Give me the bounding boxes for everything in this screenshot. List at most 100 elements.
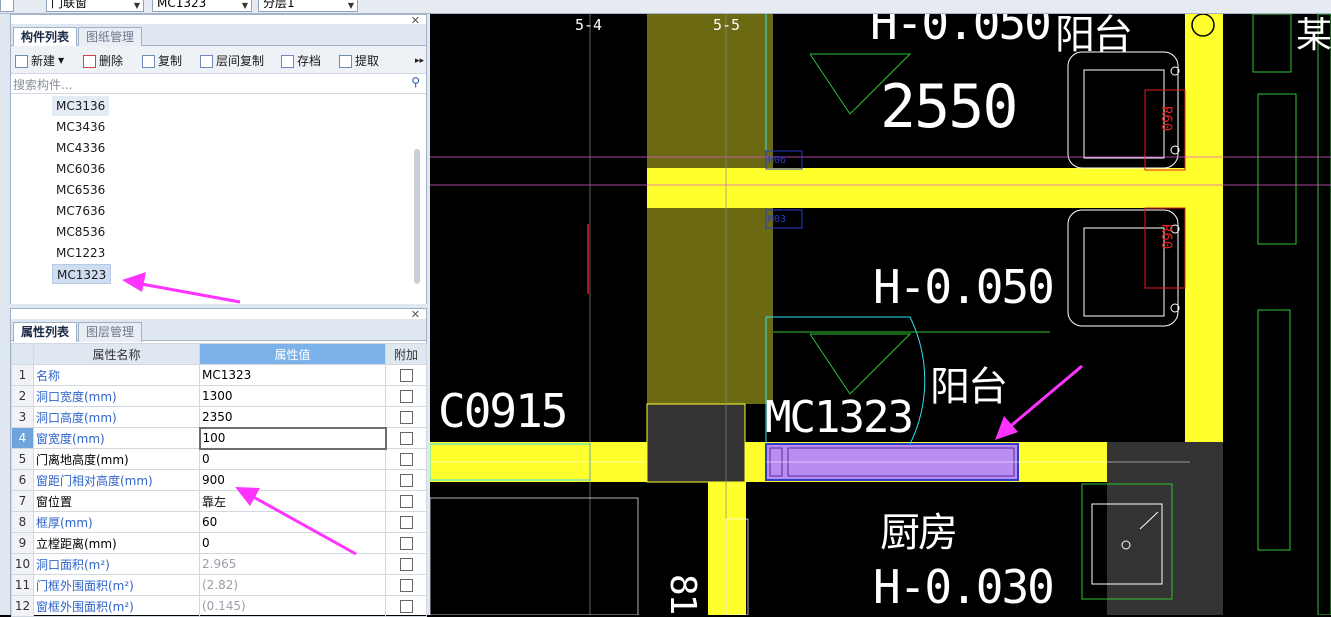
green-annotation (809, 333, 912, 395)
property-value[interactable]: 60 (199, 511, 386, 533)
property-table: 属性名称 属性值 附加 1 名称 MC1323 2 洞口宽度(mm) 1300 3 洞口高… (11, 343, 427, 617)
property-row[interactable]: 2 洞口宽度(mm) 1300 (11, 385, 427, 407)
property-row[interactable]: 10 洞口面积(m²) 2.965 (11, 553, 427, 575)
extra-checkbox[interactable] (399, 516, 413, 529)
property-value[interactable]: 2350 (199, 406, 386, 428)
property-row[interactable]: 11 门框外围面积(m²) (2.82) (11, 574, 427, 596)
search-icon[interactable]: ⚲ (411, 75, 420, 89)
more-icon[interactable]: ▸▸ (415, 52, 424, 70)
property-row[interactable]: 6 窗距门相对高度(mm) 900 (11, 469, 427, 491)
elevation-label: H-0.050 (873, 260, 1055, 314)
row-index: 2 (11, 385, 34, 407)
list-item[interactable]: MC6036 (52, 159, 109, 179)
extra-checkbox-cell (385, 553, 427, 575)
archive-icon (281, 54, 294, 68)
new-file-icon (15, 54, 28, 68)
extra-checkbox[interactable] (399, 579, 413, 592)
extra-checkbox-cell (385, 595, 427, 617)
property-name: 门框外围面积(m²) (33, 574, 200, 596)
green-fixture (1257, 93, 1297, 245)
property-value[interactable]: 0 (199, 532, 386, 554)
tab-component-list[interactable]: 构件列表 (13, 27, 78, 47)
list-item[interactable]: MC8536 (52, 222, 109, 242)
row-index: 8 (11, 511, 34, 533)
archive-button[interactable]: 存档 (281, 52, 321, 70)
room-label: 厨房 (880, 510, 958, 556)
component-search[interactable]: 搜索构件... ⚲ (11, 74, 426, 94)
component-type-dropdown[interactable]: 门联窗 ▼ (46, 0, 144, 12)
property-name: 洞口面积(m²) (33, 553, 200, 575)
list-scrollbar[interactable] (414, 149, 420, 284)
toolbar-edge-button[interactable] (0, 0, 14, 12)
tab-layer-management[interactable]: 图层管理 (78, 322, 143, 342)
extra-checkbox[interactable] (399, 390, 413, 403)
list-item[interactable]: MC6536 (52, 180, 109, 200)
property-row-current[interactable]: 4 窗宽度(mm) 100 (11, 426, 427, 450)
room-label-partial: 某 (1296, 15, 1331, 56)
property-value[interactable]: 900 (199, 469, 386, 491)
washer-inner (1083, 227, 1165, 317)
extra-checkbox[interactable] (399, 411, 413, 424)
copy-icon (142, 54, 155, 68)
layer-copy-icon (200, 54, 213, 68)
property-value[interactable]: 1300 (199, 385, 386, 407)
property-value: 2.965 (199, 553, 386, 575)
extra-checkbox[interactable] (399, 558, 413, 571)
list-item[interactable]: MC7636 (52, 201, 109, 221)
extra-checkbox[interactable] (399, 369, 413, 382)
dimension-label: 2550 (880, 72, 1018, 142)
component-name-dropdown[interactable]: MC1323 ▼ (152, 0, 252, 12)
property-value[interactable]: 0 (199, 448, 386, 470)
new-button[interactable]: 新建 ▼ (15, 52, 64, 70)
search-input[interactable]: 搜索构件... (13, 76, 72, 93)
extra-checkbox[interactable] (399, 495, 413, 508)
property-value[interactable]: 靠左 (199, 490, 386, 512)
component-type-value: 门联窗 (51, 0, 88, 10)
delete-label: 删除 (99, 54, 124, 68)
property-value-editing[interactable]: 100 (198, 426, 387, 450)
extra-checkbox[interactable] (399, 432, 413, 445)
component-tabs: 构件列表 图纸管理 (11, 24, 426, 47)
extra-checkbox-cell (385, 427, 427, 449)
window-label: C0915 (438, 384, 568, 438)
property-row[interactable]: 12 窗框外围面积(m²) (0.145) (11, 595, 427, 617)
chevron-down-icon: ▼ (58, 56, 65, 65)
list-item[interactable]: MC3136 (52, 96, 110, 116)
radius-tag: R60 (1158, 106, 1174, 132)
property-row[interactable]: 8 框厚(mm) 60 (11, 511, 427, 533)
property-row[interactable]: 1 名称 MC1323 (11, 364, 427, 386)
property-value: (2.82) (199, 574, 386, 596)
delete-icon (83, 54, 96, 68)
property-value[interactable]: MC1323 (199, 364, 386, 386)
extra-checkbox[interactable] (399, 537, 413, 550)
property-name: 门离地高度(mm) (33, 448, 200, 470)
tab-property-list[interactable]: 属性列表 (13, 322, 78, 342)
property-row[interactable]: 7 窗位置 靠左 (11, 490, 427, 512)
extra-checkbox-cell (385, 469, 427, 491)
elevation-label: H-0.030 (873, 560, 1055, 614)
delete-button[interactable]: 删除 (83, 52, 123, 70)
property-row[interactable]: 5 门离地高度(mm) 0 (11, 448, 427, 470)
extra-checkbox[interactable] (399, 600, 413, 613)
property-header-row: 属性名称 属性值 附加 (11, 343, 427, 365)
list-item[interactable]: MC3436 (52, 117, 109, 137)
tab-drawing-management[interactable]: 图纸管理 (78, 27, 143, 47)
row-index: 1 (11, 364, 34, 386)
cad-canvas[interactable]: 5-4 5-5 H-0.050 阳台 2550 H-0.050 阳台 C0915… (430, 14, 1331, 615)
top-toolbar: 门联窗 ▼ MC1323 ▼ 分层1 ▼ (0, 0, 1331, 14)
extract-button[interactable]: 提取 (339, 52, 379, 70)
property-row[interactable]: 9 立樘距离(mm) 0 (11, 532, 427, 554)
radius-tag: R60 (1158, 224, 1174, 250)
property-row[interactable]: 3 洞口高度(mm) 2350 (11, 406, 427, 428)
list-item[interactable]: MC4336 (52, 138, 109, 158)
property-name: 窗框外围面积(m²) (33, 595, 200, 617)
index-header (11, 343, 34, 365)
layer-copy-button[interactable]: 层间复制 (200, 52, 264, 70)
copy-button[interactable]: 复制 (142, 52, 182, 70)
extra-checkbox[interactable] (399, 474, 413, 487)
list-item[interactable]: MC1223 (52, 243, 109, 263)
row-index: 9 (11, 532, 34, 554)
list-item-selected[interactable]: MC1323 (52, 264, 112, 284)
extra-checkbox[interactable] (399, 453, 413, 466)
layer-dropdown[interactable]: 分层1 ▼ (258, 0, 358, 12)
